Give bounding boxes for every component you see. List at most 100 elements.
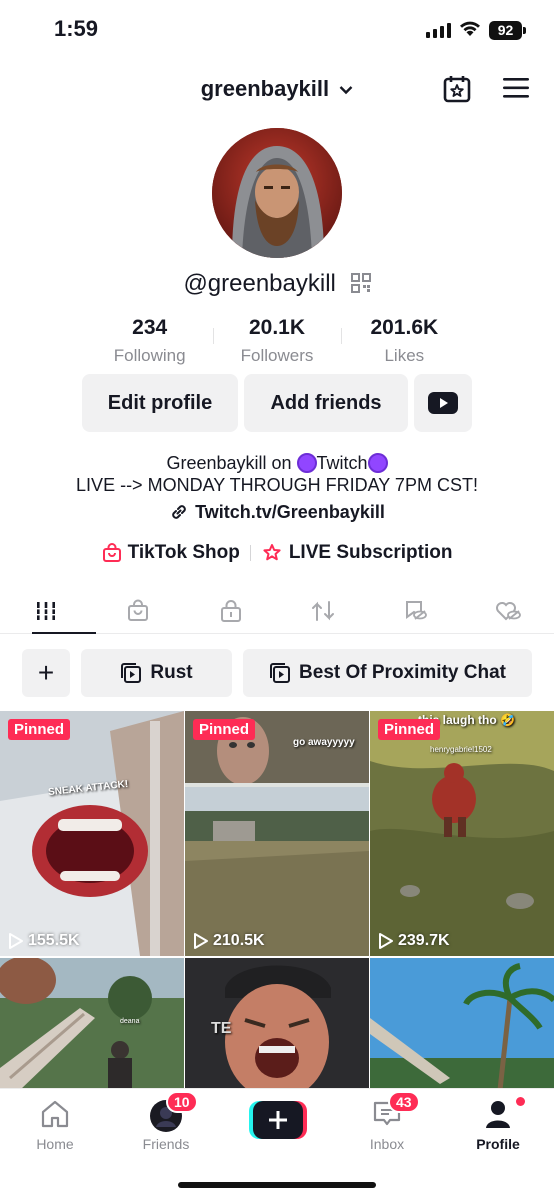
playlist-icon xyxy=(121,663,142,683)
video-preview-image xyxy=(0,958,184,1090)
play-icon xyxy=(194,933,208,949)
home-indicator xyxy=(178,1182,376,1188)
profile-bio: Greenbaykill on Twitch LIVE --> MONDAY T… xyxy=(0,452,554,496)
profile-header: greenbaykill xyxy=(0,68,554,112)
nav-label: Inbox xyxy=(369,1136,405,1152)
profile-notification-dot xyxy=(516,1097,525,1106)
menu-icon[interactable] xyxy=(502,77,530,99)
nav-label: Friends xyxy=(142,1136,190,1152)
purple-circle-icon xyxy=(367,453,388,473)
tab-private[interactable] xyxy=(185,588,277,633)
profile-stats: 234 Following 20.1K Followers 201.6K Lik… xyxy=(86,316,468,366)
chevron-down-icon xyxy=(339,86,353,95)
shopping-bag-icon xyxy=(102,543,121,562)
youtube-button[interactable] xyxy=(414,374,472,432)
video-caption: TE xyxy=(211,1020,232,1037)
status-time: 1:59 xyxy=(54,16,99,41)
header-username: greenbaykill xyxy=(200,76,330,101)
lock-icon xyxy=(220,599,241,622)
playlist-rust[interactable]: Rust xyxy=(81,649,232,697)
video-thumbnail[interactable]: SNEAK ATTACK! Pinned 155.5K xyxy=(0,711,184,956)
stat-likes[interactable]: 201.6K Likes xyxy=(340,316,468,366)
nav-friends[interactable]: Friends xyxy=(121,1099,211,1152)
video-thumbnail[interactable]: this laugh tho 🤣 henrygabriel1502 Pinned… xyxy=(370,711,554,956)
tab-shop[interactable] xyxy=(92,588,184,633)
video-thumbnail[interactable]: deana xyxy=(0,958,184,1090)
live-subscription-label: LIVE Subscription xyxy=(288,542,453,563)
nav-home[interactable]: Home xyxy=(10,1099,100,1152)
friends-badge: 10 xyxy=(166,1091,198,1113)
tab-reposts[interactable] xyxy=(277,588,369,633)
playlist-label: Best Of Proximity Chat xyxy=(299,662,506,683)
bookmark-hidden-icon xyxy=(406,600,428,620)
live-subscription-icon xyxy=(263,544,281,561)
plus-icon xyxy=(269,1111,287,1129)
avatar[interactable] xyxy=(212,128,342,258)
stat-label: Following xyxy=(113,346,186,365)
video-caption: deana xyxy=(120,1018,140,1025)
content-tabs xyxy=(0,588,554,634)
profile-link[interactable]: Twitch.tv/Greenbaykill xyxy=(0,502,554,523)
qr-code-icon[interactable] xyxy=(350,273,371,293)
video-thumbnail[interactable]: go awayyyyy Pinned 210.5K xyxy=(185,711,369,956)
view-count-text: 239.7K xyxy=(398,932,450,949)
video-thumbnail[interactable]: TE xyxy=(185,958,369,1090)
edit-profile-button[interactable]: Edit profile xyxy=(82,374,238,432)
nav-label: Profile xyxy=(476,1136,520,1152)
bio-text: Greenbaykill on xyxy=(166,453,297,473)
inbox-badge: 43 xyxy=(388,1091,420,1113)
tab-liked[interactable] xyxy=(462,588,554,633)
tab-favorites[interactable] xyxy=(369,588,461,633)
avatar-image xyxy=(212,128,342,258)
view-count: 239.7K xyxy=(378,932,450,950)
playlist-label: Rust xyxy=(150,662,193,683)
live-subscription-link[interactable]: LIVE Subscription xyxy=(261,542,453,564)
play-icon xyxy=(379,933,393,949)
play-icon xyxy=(9,933,23,949)
profile-extras: TikTok Shop LIVE Subscription xyxy=(0,542,554,564)
profile-person-icon xyxy=(486,1101,510,1128)
tiktok-shop-label: TikTok Shop xyxy=(127,542,240,563)
stat-label: Followers xyxy=(240,346,314,365)
tab-videos[interactable] xyxy=(0,588,97,634)
pinned-badge: Pinned xyxy=(378,719,441,740)
video-preview-image xyxy=(0,711,184,956)
stat-following[interactable]: 234 Following xyxy=(86,316,213,366)
view-count-text: 155.5K xyxy=(28,932,80,949)
playlist-proximity-chat[interactable]: Best Of Proximity Chat xyxy=(243,649,532,697)
calendar-star-icon[interactable] xyxy=(443,74,471,104)
status-bar: 1:59 92 xyxy=(0,0,554,60)
signal-icon xyxy=(426,22,451,38)
view-count-text: 210.5K xyxy=(213,932,265,949)
video-subcaption: henrygabriel1502 xyxy=(430,745,492,754)
profile-actions: Edit profile Add friends xyxy=(82,374,472,432)
heart-hidden-icon xyxy=(495,601,521,620)
nav-profile[interactable]: Profile xyxy=(453,1099,543,1152)
stat-label: Likes xyxy=(384,346,425,365)
nav-label: Home xyxy=(36,1136,74,1152)
tiktok-shop-link[interactable]: TikTok Shop xyxy=(102,542,240,564)
playlist-icon xyxy=(270,663,291,683)
add-playlist-button[interactable]: + xyxy=(22,649,70,697)
videos-grid-icon xyxy=(37,601,56,620)
add-friends-button[interactable]: Add friends xyxy=(244,374,408,432)
create-button[interactable] xyxy=(249,1101,307,1139)
battery-icon: 92 xyxy=(489,21,526,40)
video-grid: SNEAK ATTACK! Pinned 155.5K go awayyyyy … xyxy=(0,711,554,1090)
video-preview-image xyxy=(370,958,554,1090)
youtube-icon xyxy=(428,392,458,414)
profile-handle-row: @greenbaykill xyxy=(0,270,554,298)
bio-text: LIVE --> MONDAY THROUGH FRIDAY 7PM CST! xyxy=(76,475,478,495)
shopping-bag-icon xyxy=(128,599,149,621)
video-thumbnail[interactable] xyxy=(370,958,554,1090)
profile-handle: @greenbaykill xyxy=(183,270,336,297)
view-count: 155.5K xyxy=(8,932,80,950)
playlist-chips: + Rust Best Of Proximity Chat xyxy=(22,649,532,697)
home-icon xyxy=(41,1100,69,1128)
purple-circle-icon xyxy=(296,453,317,473)
pinned-badge: Pinned xyxy=(193,719,256,740)
view-count: 210.5K xyxy=(193,932,265,950)
bio-text: Twitch xyxy=(316,453,368,473)
stat-followers[interactable]: 20.1K Followers xyxy=(213,316,340,366)
wifi-icon xyxy=(460,21,480,36)
